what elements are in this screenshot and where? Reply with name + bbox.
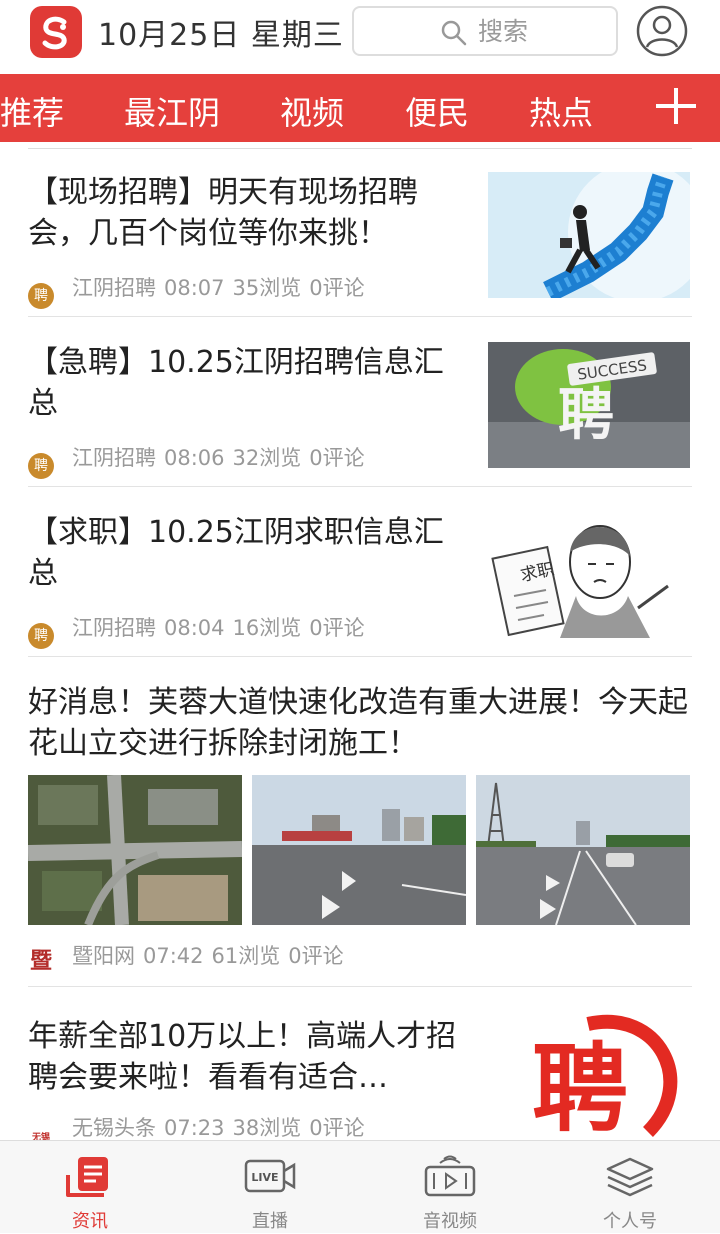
article-thumbnail-job-seeker: 求职 bbox=[488, 512, 690, 638]
article-image-highway-view bbox=[476, 775, 690, 925]
article-thumbnail-success-sign: SUCCESS 聘 bbox=[488, 342, 690, 468]
nav-label: 资讯 bbox=[72, 1211, 108, 1232]
article-source: 江阴招聘 bbox=[72, 446, 156, 470]
nav-label: 直播 bbox=[252, 1211, 288, 1232]
tab-jiangyin[interactable]: 最江阴 bbox=[124, 88, 220, 134]
nav-label: 音视频 bbox=[423, 1211, 477, 1232]
article-meta: 聘江阴招聘 08:04 16浏览 0评论 bbox=[28, 612, 365, 649]
nav-label: 个人号 bbox=[603, 1211, 657, 1232]
tab-video[interactable]: 视频 bbox=[280, 88, 344, 134]
article-views: 16浏览 bbox=[232, 616, 302, 640]
article-source: 暨阳网 bbox=[72, 944, 135, 968]
article-card[interactable]: 【急聘】10.25江阴招聘信息汇总 聘江阴招聘 08:06 32浏览 0评论 SUCC… bbox=[28, 342, 692, 479]
bottom-navigation: 资讯 LIVE 直播 音视频 个人号 bbox=[0, 1140, 720, 1233]
article-meta: 聘江阴招聘 08:06 32浏览 0评论 bbox=[28, 442, 365, 479]
article-time: 08:07 bbox=[164, 276, 225, 300]
article-views: 61浏览 bbox=[211, 944, 281, 968]
nav-news[interactable]: 资讯 bbox=[0, 1141, 180, 1234]
svg-text:LIVE: LIVE bbox=[251, 1171, 278, 1184]
channel-tabs: 推荐 最江阴 视频 便民 热点 bbox=[0, 74, 720, 142]
article-image-aerial-interchange bbox=[28, 775, 242, 925]
user-avatar-icon[interactable] bbox=[636, 5, 688, 57]
article-card[interactable]: 【求职】10.25江阴求职信息汇总 聘江阴招聘 08:04 16浏览 0评论 求职 bbox=[28, 512, 692, 649]
article-comments: 0评论 bbox=[309, 276, 365, 300]
divider bbox=[28, 656, 692, 657]
article-title: 好消息！芙蓉大道快速化改造有重大进展！今天起花山立交进行拆除封闭施工！ bbox=[28, 685, 688, 761]
article-card[interactable]: 好消息！芙蓉大道快速化改造有重大进展！今天起花山立交进行拆除封闭施工！ 暨 暨阳… bbox=[28, 682, 692, 982]
article-image-road-construction bbox=[252, 775, 466, 925]
search-input[interactable] bbox=[478, 16, 598, 46]
article-source: 江阴招聘 bbox=[72, 616, 156, 640]
article-time: 08:04 bbox=[164, 616, 225, 640]
article-time: 07:42 bbox=[143, 944, 204, 968]
article-title: 【求职】10.25江阴求职信息汇总 bbox=[28, 515, 444, 591]
article-views: 32浏览 bbox=[232, 446, 302, 470]
add-channel-icon[interactable] bbox=[654, 84, 698, 128]
article-comments: 0评论 bbox=[288, 944, 344, 968]
divider bbox=[28, 986, 692, 987]
article-title: 【急聘】10.25江阴招聘信息汇总 bbox=[28, 345, 444, 421]
article-title: 年薪全部10万以上！高端人才招聘会要来啦！看看有适合… bbox=[28, 1019, 457, 1095]
source-icon: 聘 bbox=[28, 283, 54, 309]
source-icon: 聘 bbox=[28, 623, 54, 649]
article-comments: 0评论 bbox=[309, 1116, 365, 1140]
nav-media[interactable]: 音视频 bbox=[360, 1141, 540, 1234]
article-card[interactable]: 年薪全部10万以上！高端人才招聘会要来啦！看看有适合… 无锡 无锡头条 07:23 3… bbox=[28, 1012, 692, 1159]
article-title: 【现场招聘】明天有现场招聘会，几百个岗位等你来挑！ bbox=[28, 175, 418, 251]
nav-personal[interactable]: 个人号 bbox=[540, 1141, 720, 1234]
search-box[interactable] bbox=[352, 6, 618, 56]
thumb-text: 聘 bbox=[558, 383, 614, 448]
article-source: 江阴招聘 bbox=[72, 276, 156, 300]
date-label: 10月25日 星期三 bbox=[98, 18, 344, 53]
layers-icon bbox=[606, 1157, 654, 1197]
article-comments: 0评论 bbox=[309, 446, 365, 470]
article-meta: 聘江阴招聘 08:07 35浏览 0评论 bbox=[28, 272, 365, 309]
tab-hot[interactable]: 热点 bbox=[529, 88, 593, 134]
source-icon: 暨 bbox=[29, 949, 52, 974]
divider bbox=[28, 486, 692, 487]
article-views: 38浏览 bbox=[232, 1116, 302, 1140]
article-thumbnail-businessman-stairs bbox=[488, 172, 690, 298]
app-header: 10月25日 星期三 bbox=[0, 0, 720, 74]
article-source: 无锡头条 bbox=[72, 1116, 156, 1140]
article-card[interactable]: 【现场招聘】明天有现场招聘会，几百个岗位等你来挑！ 聘江阴招聘 08:07 35浏览… bbox=[28, 172, 692, 322]
article-views: 35浏览 bbox=[232, 276, 302, 300]
article-meta: 暨暨阳网 07:42 61浏览 0评论 bbox=[28, 940, 344, 975]
news-icon bbox=[66, 1157, 108, 1197]
thumb-text: 聘 bbox=[532, 1032, 628, 1138]
source-icon: 聘 bbox=[28, 453, 54, 479]
search-icon bbox=[441, 20, 467, 46]
article-comments: 0评论 bbox=[309, 616, 365, 640]
article-time: 08:06 bbox=[164, 446, 225, 470]
nav-live[interactable]: LIVE 直播 bbox=[180, 1141, 360, 1234]
article-thumbnail-recruit-calligraphy: 聘 bbox=[488, 1012, 690, 1138]
article-time: 07:23 bbox=[164, 1116, 225, 1140]
app-logo-icon[interactable] bbox=[30, 6, 82, 58]
tab-recommend[interactable]: 推荐 bbox=[0, 88, 64, 134]
divider bbox=[28, 316, 692, 317]
tab-convenience[interactable]: 便民 bbox=[405, 88, 469, 134]
divider bbox=[28, 148, 692, 149]
media-icon bbox=[424, 1155, 476, 1197]
article-image-row bbox=[28, 775, 692, 925]
live-icon: LIVE bbox=[244, 1159, 296, 1193]
